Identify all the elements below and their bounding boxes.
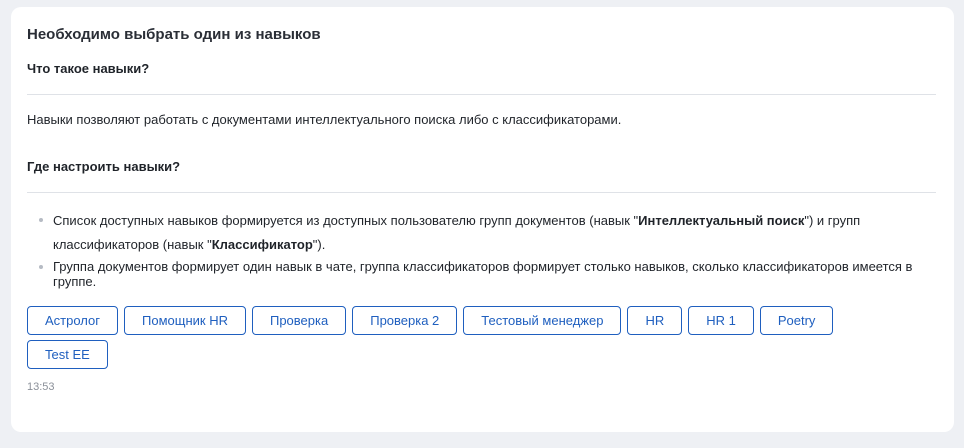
skill-button-test-ee[interactable]: Test EE: [27, 340, 108, 369]
skill-button-check[interactable]: Проверка: [251, 306, 347, 335]
skill-buttons: Астролог Помощник HR Проверка Проверка 2…: [27, 306, 917, 369]
skill-button-astrologer[interactable]: Астролог: [27, 306, 119, 335]
skill-button-hr-1[interactable]: HR 1: [688, 306, 754, 335]
skill-button-hr[interactable]: HR: [627, 306, 683, 335]
section-text-skills-description: Навыки позволяют работать с документами …: [27, 112, 622, 127]
skill-button-test-manager[interactable]: Тестовый менеджер: [463, 306, 622, 335]
divider: [27, 94, 936, 95]
chat-message-card: Необходимо выбрать один из навыков Что т…: [11, 7, 954, 432]
skill-button-check-2[interactable]: Проверка 2: [352, 306, 458, 335]
bold-term-classifier: Классификатор: [211, 237, 313, 252]
message-timestamp: 13:53: [27, 381, 55, 393]
bullet-item: Группа документов формирует один навык в…: [37, 259, 936, 289]
section-heading-where-to-configure: Где настроить навыки?: [27, 159, 181, 174]
bullet-item: Список доступных навыков формируется из …: [37, 209, 936, 257]
skill-button-hr-assistant[interactable]: Помощник HR: [124, 306, 246, 335]
bold-term-intellectual-search: Интеллектуальный поиск: [638, 213, 805, 228]
skill-button-poetry[interactable]: Poetry: [759, 306, 834, 335]
message-title: Необходимо выбрать один из навыков: [27, 26, 321, 43]
divider: [27, 192, 936, 193]
section-heading-what-are-skills: Что такое навыки?: [27, 61, 150, 76]
info-bullet-list: Список доступных навыков формируется из …: [27, 209, 936, 289]
